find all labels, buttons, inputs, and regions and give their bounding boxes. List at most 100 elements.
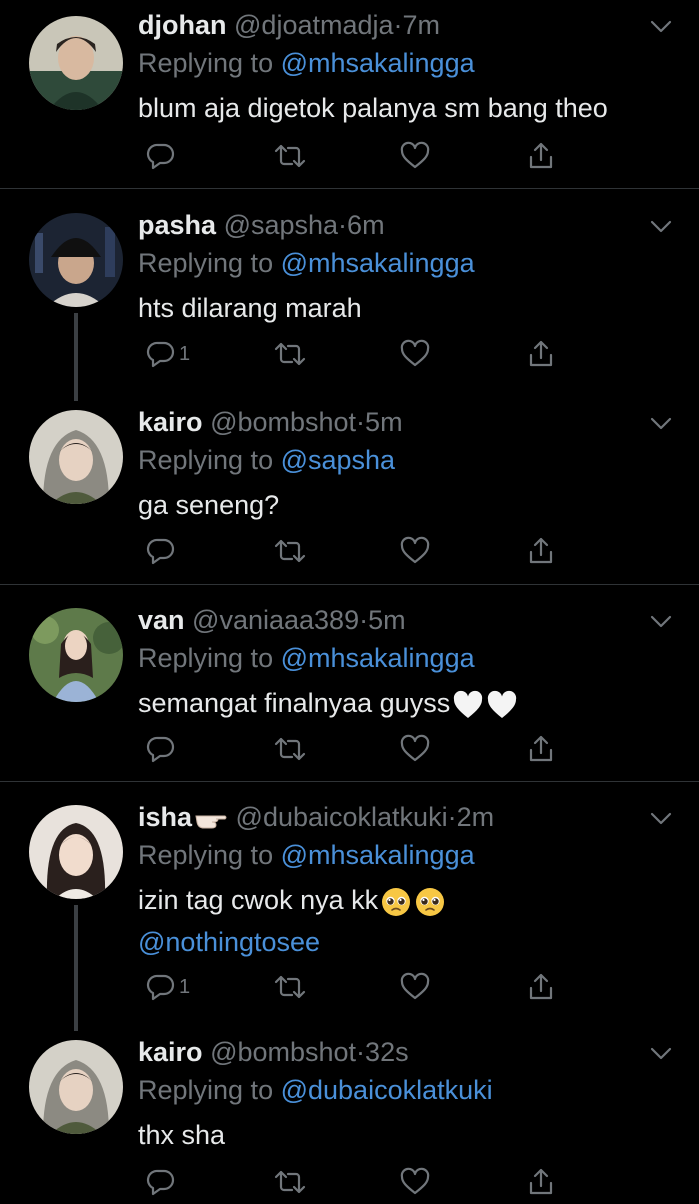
retweet-button[interactable] [273, 731, 307, 767]
like-button[interactable] [400, 969, 430, 1005]
replying-to-label: Replying to [138, 840, 281, 870]
divider [0, 584, 699, 585]
replying-to: Replying to @dubaicoklatkuki [138, 1070, 493, 1110]
replying-to-mention[interactable]: @dubaicoklatkuki [281, 1075, 493, 1105]
replying-to-mention[interactable]: @mhsakalingga [281, 840, 475, 870]
timestamp[interactable]: 5m [365, 407, 403, 437]
share-icon [526, 1167, 556, 1197]
share-button[interactable] [526, 969, 556, 1005]
replying-to-mention[interactable]: @mhsakalingga [281, 248, 475, 278]
tweet-actions [138, 533, 568, 573]
separator-dot: · [393, 10, 403, 40]
replying-to-mention[interactable]: @sapsha [281, 445, 395, 475]
reply-icon [146, 1167, 176, 1197]
share-button[interactable] [526, 533, 556, 569]
replying-to: Replying to @mhsakalingga [138, 835, 475, 875]
reply-button[interactable] [146, 138, 179, 174]
avatar[interactable] [29, 1040, 123, 1134]
tweet-header: djohan @djoatmadja·7m [138, 5, 440, 45]
display-name[interactable]: isha [138, 802, 192, 832]
timestamp[interactable]: 2m [457, 802, 495, 832]
share-icon [526, 141, 556, 171]
retweet-button[interactable] [273, 138, 307, 174]
timestamp[interactable]: 32s [365, 1037, 409, 1067]
display-name[interactable]: van [138, 605, 185, 635]
like-button[interactable] [400, 138, 430, 174]
like-button[interactable] [400, 533, 430, 569]
avatar[interactable] [29, 16, 123, 110]
share-button[interactable] [526, 731, 556, 767]
thread-connector [74, 313, 78, 401]
tweet-header: isha @dubaicoklatkuki·2m [138, 797, 494, 837]
tweet-djohan[interactable]: djohan @djoatmadja·7m Replying to @mhsak… [0, 5, 699, 185]
avatar[interactable] [29, 608, 123, 702]
pleading-face-emoji [380, 886, 412, 918]
chevron-down-icon[interactable] [648, 1040, 674, 1066]
reply-button[interactable]: 1 [146, 969, 190, 1005]
chevron-down-icon[interactable] [648, 410, 674, 436]
retweet-button[interactable] [273, 533, 307, 569]
user-handle[interactable]: @bombshot [210, 1037, 356, 1067]
reply-button[interactable]: 1 [146, 336, 190, 372]
share-icon [526, 536, 556, 566]
avatar[interactable] [29, 410, 123, 504]
replying-to-label: Replying to [138, 48, 281, 78]
tweet-van[interactable]: van @vaniaaa389·5m Replying to @mhsakali… [0, 600, 699, 780]
tweet-header: kairo @bombshot·32s [138, 1032, 409, 1072]
reply-button[interactable] [146, 533, 179, 569]
chevron-down-icon[interactable] [648, 608, 674, 634]
tweet-pasha[interactable]: pasha @sapsha·6m Replying to @mhsakaling… [0, 205, 699, 401]
pointing-hand-emoji [194, 806, 228, 832]
display-name[interactable]: pasha [138, 210, 216, 240]
share-button[interactable] [526, 336, 556, 372]
reply-button[interactable] [146, 1164, 179, 1200]
user-handle[interactable]: @dubaicoklatkuki [236, 802, 448, 832]
share-button[interactable] [526, 1164, 556, 1200]
tweet-isha[interactable]: isha @dubaicoklatkuki·2m Replying to @mh… [0, 797, 699, 1031]
replying-to-label: Replying to [138, 1075, 281, 1105]
reply-icon [146, 536, 176, 566]
user-handle[interactable]: @vaniaaa389 [192, 605, 359, 635]
display-name[interactable]: kairo [138, 1037, 203, 1067]
pleading-face-emoji [414, 886, 446, 918]
like-icon [400, 734, 430, 764]
chevron-down-icon[interactable] [648, 13, 674, 39]
tweet-kairo[interactable]: kairo @bombshot·5m Replying to @sapsha g… [0, 402, 699, 582]
reply-timeline: djohan @djoatmadja·7m Replying to @mhsak… [0, 0, 699, 1200]
chevron-down-icon[interactable] [648, 213, 674, 239]
tweet-text-mention[interactable]: @nothingtosee [138, 921, 446, 963]
share-button[interactable] [526, 138, 556, 174]
replying-to-mention[interactable]: @mhsakalingga [281, 643, 475, 673]
separator-dot: · [356, 1037, 366, 1067]
user-handle[interactable]: @djoatmadja [234, 10, 394, 40]
replying-to: Replying to @mhsakalingga [138, 43, 475, 83]
retweet-button[interactable] [273, 1164, 307, 1200]
tweet-actions [138, 138, 568, 178]
like-button[interactable] [400, 336, 430, 372]
like-button[interactable] [400, 1164, 430, 1200]
retweet-button[interactable] [273, 336, 307, 372]
user-handle[interactable]: @bombshot [210, 407, 356, 437]
retweet-icon [273, 1167, 307, 1197]
user-handle[interactable]: @sapsha [224, 210, 338, 240]
timestamp[interactable]: 5m [368, 605, 406, 635]
tweet-text: semangat finalnyaa guyss [138, 682, 518, 724]
share-icon [526, 734, 556, 764]
display-name[interactable]: kairo [138, 407, 203, 437]
chevron-down-icon[interactable] [648, 805, 674, 831]
timestamp[interactable]: 7m [403, 10, 441, 40]
avatar[interactable] [29, 805, 123, 899]
tweet-header: pasha @sapsha·6m [138, 205, 385, 245]
like-button[interactable] [400, 731, 430, 767]
tweet-text-content: izin tag cwok nya kk [138, 885, 379, 915]
tweet-kairo-2[interactable]: kairo @bombshot·32s Replying to @dubaico… [0, 1032, 699, 1200]
tweet-header: van @vaniaaa389·5m [138, 600, 406, 640]
display-name[interactable]: djohan [138, 10, 227, 40]
replying-to-label: Replying to [138, 248, 281, 278]
timestamp[interactable]: 6m [347, 210, 385, 240]
reply-button[interactable] [146, 731, 179, 767]
avatar[interactable] [29, 213, 123, 307]
like-icon [400, 972, 430, 1002]
replying-to-mention[interactable]: @mhsakalingga [281, 48, 475, 78]
retweet-button[interactable] [273, 969, 307, 1005]
